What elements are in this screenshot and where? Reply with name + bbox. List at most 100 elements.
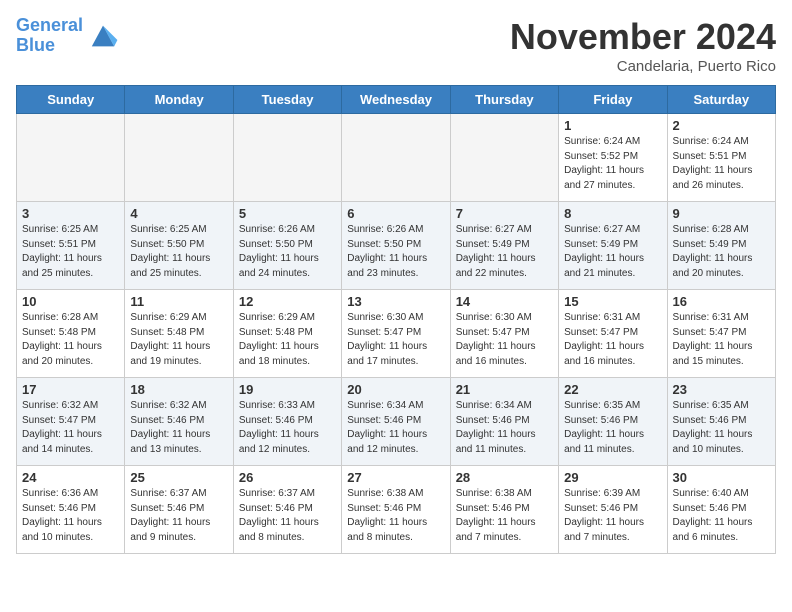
calendar-week-4: 17 Sunrise: 6:32 AM Sunset: 5:47 PM Dayli… xyxy=(17,378,776,466)
calendar-week-3: 10Sunrise: 6:28 AM Sunset: 5:48 PM Dayli… xyxy=(17,290,776,378)
calendar-cell: 18 Sunrise: 6:32 AM Sunset: 5:46 PM Dayli… xyxy=(125,378,233,466)
calendar-week-2: 3 Sunrise: 6:25 AM Sunset: 5:51 PM Daylig… xyxy=(17,202,776,290)
day-info: Sunrise: 6:27 AM Sunset: 5:49 PM Dayligh… xyxy=(456,223,553,281)
logo-text: General Blue xyxy=(16,16,83,56)
day-number: 11 xyxy=(130,294,227,309)
day-info: Sunrise: 6:36 AM Sunset: 5:46 PM Dayligh… xyxy=(22,487,119,545)
calendar-cell: 5 Sunrise: 6:26 AM Sunset: 5:50 PM Daylig… xyxy=(233,202,341,290)
day-number: 8 xyxy=(564,206,661,221)
calendar-cell: 25Sunrise: 6:37 AM Sunset: 5:46 PM Dayli… xyxy=(125,466,233,554)
day-number: 1 xyxy=(564,118,661,133)
calendar-cell xyxy=(450,114,558,202)
calendar-cell: 26 Sunrise: 6:37 AM Sunset: 5:46 PM Dayli… xyxy=(233,466,341,554)
day-number: 21 xyxy=(456,382,553,397)
day-info: Sunrise: 6:25 AM Sunset: 5:51 PM Dayligh… xyxy=(22,223,119,281)
calendar-cell: 4 Sunrise: 6:25 AM Sunset: 5:50 PM Daylig… xyxy=(125,202,233,290)
day-number: 22 xyxy=(564,382,661,397)
month-title: November 2024 xyxy=(510,16,776,58)
day-info: Sunrise: 6:29 AM Sunset: 5:48 PM Dayligh… xyxy=(130,311,227,369)
calendar-cell: 13Sunrise: 6:30 AM Sunset: 5:47 PM Dayli… xyxy=(342,290,450,378)
calendar-cell: 19 Sunrise: 6:33 AM Sunset: 5:46 PM Dayli… xyxy=(233,378,341,466)
weekday-header-sunday: Sunday xyxy=(17,86,125,114)
day-number: 9 xyxy=(673,206,770,221)
day-number: 16 xyxy=(673,294,770,309)
day-info: Sunrise: 6:26 AM Sunset: 5:50 PM Dayligh… xyxy=(347,223,444,281)
calendar-cell xyxy=(17,114,125,202)
calendar-cell: 7 Sunrise: 6:27 AM Sunset: 5:49 PM Daylig… xyxy=(450,202,558,290)
day-info: Sunrise: 6:30 AM Sunset: 5:47 PM Dayligh… xyxy=(347,311,444,369)
calendar-cell: 1 Sunrise: 6:24 AM Sunset: 5:52 PM Daylig… xyxy=(559,114,667,202)
day-number: 12 xyxy=(239,294,336,309)
day-info: Sunrise: 6:32 AM Sunset: 5:46 PM Dayligh… xyxy=(130,399,227,457)
day-number: 6 xyxy=(347,206,444,221)
calendar-cell xyxy=(233,114,341,202)
calendar-cell: 28 Sunrise: 6:38 AM Sunset: 5:46 PM Dayli… xyxy=(450,466,558,554)
logo-line2: Blue xyxy=(16,35,55,55)
calendar-cell xyxy=(342,114,450,202)
day-info: Sunrise: 6:39 AM Sunset: 5:46 PM Dayligh… xyxy=(564,487,661,545)
day-info: Sunrise: 6:37 AM Sunset: 5:46 PM Dayligh… xyxy=(239,487,336,545)
day-number: 18 xyxy=(130,382,227,397)
weekday-header-monday: Monday xyxy=(125,86,233,114)
weekday-header-saturday: Saturday xyxy=(667,86,775,114)
day-info: Sunrise: 6:32 AM Sunset: 5:47 PM Dayligh… xyxy=(22,399,119,457)
day-info: Sunrise: 6:28 AM Sunset: 5:49 PM Dayligh… xyxy=(673,223,770,281)
weekday-header-tuesday: Tuesday xyxy=(233,86,341,114)
calendar-cell: 16Sunrise: 6:31 AM Sunset: 5:47 PM Dayli… xyxy=(667,290,775,378)
day-info: Sunrise: 6:33 AM Sunset: 5:46 PM Dayligh… xyxy=(239,399,336,457)
calendar-cell: 21 Sunrise: 6:34 AM Sunset: 5:46 PM Dayli… xyxy=(450,378,558,466)
calendar-cell: 14Sunrise: 6:30 AM Sunset: 5:47 PM Dayli… xyxy=(450,290,558,378)
day-info: Sunrise: 6:24 AM Sunset: 5:52 PM Dayligh… xyxy=(564,135,661,193)
day-number: 5 xyxy=(239,206,336,221)
day-info: Sunrise: 6:34 AM Sunset: 5:46 PM Dayligh… xyxy=(347,399,444,457)
day-number: 24 xyxy=(22,470,119,485)
day-info: Sunrise: 6:34 AM Sunset: 5:46 PM Dayligh… xyxy=(456,399,553,457)
title-block: November 2024 Candelaria, Puerto Rico xyxy=(510,16,776,75)
day-info: Sunrise: 6:26 AM Sunset: 5:50 PM Dayligh… xyxy=(239,223,336,281)
day-number: 28 xyxy=(456,470,553,485)
day-number: 30 xyxy=(673,470,770,485)
day-info: Sunrise: 6:31 AM Sunset: 5:47 PM Dayligh… xyxy=(564,311,661,369)
calendar-header-row: SundayMondayTuesdayWednesdayThursdayFrid… xyxy=(17,86,776,114)
day-number: 15 xyxy=(564,294,661,309)
day-number: 2 xyxy=(673,118,770,133)
calendar-cell: 20 Sunrise: 6:34 AM Sunset: 5:46 PM Dayli… xyxy=(342,378,450,466)
day-info: Sunrise: 6:40 AM Sunset: 5:46 PM Dayligh… xyxy=(673,487,770,545)
calendar-cell: 30 Sunrise: 6:40 AM Sunset: 5:46 PM Dayli… xyxy=(667,466,775,554)
weekday-header-wednesday: Wednesday xyxy=(342,86,450,114)
day-number: 23 xyxy=(673,382,770,397)
calendar-cell: 29Sunrise: 6:39 AM Sunset: 5:46 PM Dayli… xyxy=(559,466,667,554)
calendar-table: SundayMondayTuesdayWednesdayThursdayFrid… xyxy=(16,85,776,554)
day-number: 4 xyxy=(130,206,227,221)
weekday-header-thursday: Thursday xyxy=(450,86,558,114)
calendar-cell: 27 Sunrise: 6:38 AM Sunset: 5:46 PM Dayli… xyxy=(342,466,450,554)
day-number: 7 xyxy=(456,206,553,221)
calendar-cell: 10Sunrise: 6:28 AM Sunset: 5:48 PM Dayli… xyxy=(17,290,125,378)
day-info: Sunrise: 6:30 AM Sunset: 5:47 PM Dayligh… xyxy=(456,311,553,369)
day-info: Sunrise: 6:38 AM Sunset: 5:46 PM Dayligh… xyxy=(347,487,444,545)
calendar-cell: 22 Sunrise: 6:35 AM Sunset: 5:46 PM Dayli… xyxy=(559,378,667,466)
day-number: 17 xyxy=(22,382,119,397)
calendar-cell: 3 Sunrise: 6:25 AM Sunset: 5:51 PM Daylig… xyxy=(17,202,125,290)
weekday-header-friday: Friday xyxy=(559,86,667,114)
day-info: Sunrise: 6:25 AM Sunset: 5:50 PM Dayligh… xyxy=(130,223,227,281)
calendar-cell: 9 Sunrise: 6:28 AM Sunset: 5:49 PM Daylig… xyxy=(667,202,775,290)
location-subtitle: Candelaria, Puerto Rico xyxy=(510,58,776,75)
day-info: Sunrise: 6:38 AM Sunset: 5:46 PM Dayligh… xyxy=(456,487,553,545)
day-info: Sunrise: 6:27 AM Sunset: 5:49 PM Dayligh… xyxy=(564,223,661,281)
calendar-cell: 23 Sunrise: 6:35 AM Sunset: 5:46 PM Dayli… xyxy=(667,378,775,466)
day-info: Sunrise: 6:24 AM Sunset: 5:51 PM Dayligh… xyxy=(673,135,770,193)
day-number: 3 xyxy=(22,206,119,221)
page-header: General Blue November 2024 Candelaria, P… xyxy=(16,16,776,75)
day-info: Sunrise: 6:35 AM Sunset: 5:46 PM Dayligh… xyxy=(564,399,661,457)
calendar-cell: 6 Sunrise: 6:26 AM Sunset: 5:50 PM Daylig… xyxy=(342,202,450,290)
day-number: 27 xyxy=(347,470,444,485)
day-info: Sunrise: 6:37 AM Sunset: 5:46 PM Dayligh… xyxy=(130,487,227,545)
logo: General Blue xyxy=(16,16,119,56)
day-number: 26 xyxy=(239,470,336,485)
day-number: 19 xyxy=(239,382,336,397)
day-number: 10 xyxy=(22,294,119,309)
day-number: 20 xyxy=(347,382,444,397)
logo-line1: General xyxy=(16,15,83,35)
day-info: Sunrise: 6:35 AM Sunset: 5:46 PM Dayligh… xyxy=(673,399,770,457)
